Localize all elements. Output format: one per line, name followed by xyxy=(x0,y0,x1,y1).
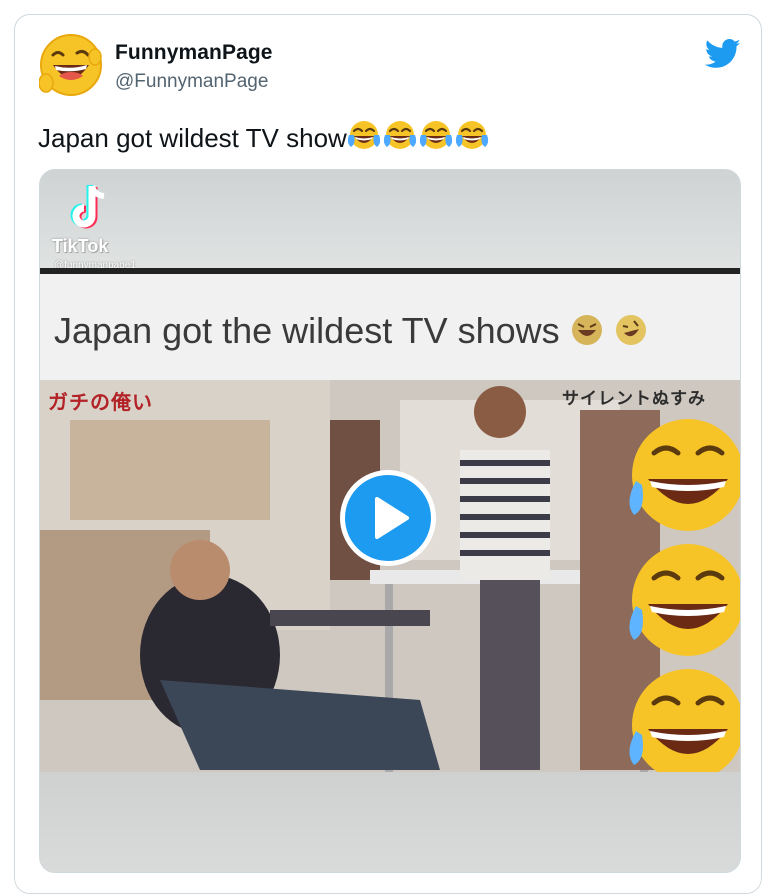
tiktok-label: TikTok xyxy=(52,236,109,256)
author-name[interactable]: FunnymanPage xyxy=(115,41,273,65)
tiktok-icon xyxy=(70,184,110,232)
tears-of-joy-emoji-icon xyxy=(347,119,381,153)
laughing-emoji-avatar-icon xyxy=(39,34,102,96)
tweet-emojis xyxy=(347,121,491,153)
tears-of-joy-emoji-icon xyxy=(455,119,489,153)
play-icon xyxy=(375,497,409,539)
video-caption: Japan got the wildest TV shows xyxy=(54,310,648,352)
video-media[interactable]: TikTok @funnymanpage1 Japan got the wild… xyxy=(39,169,741,873)
avatar[interactable] xyxy=(39,33,103,97)
laughing-emoji-stack-icon xyxy=(629,419,740,772)
jp-overlay-left: ガチの俺い xyxy=(48,392,153,414)
video-frame: ガチの俺い サイレントぬすみ xyxy=(40,380,740,772)
video-caption-band: Japan got the wildest TV shows xyxy=(40,274,740,380)
tiktok-header: TikTok @funnymanpage1 xyxy=(40,170,740,272)
tears-of-joy-emoji-icon xyxy=(419,119,453,153)
rofl-emoji-icon xyxy=(614,313,648,347)
play-button[interactable] xyxy=(340,470,436,566)
tweet-text-content: Japan got wildest TV show xyxy=(38,123,347,153)
tweet-text: Japan got wildest TV show xyxy=(38,119,491,154)
video-bottom-area xyxy=(40,772,740,872)
laughing-emoji-icon xyxy=(570,313,604,347)
twitter-bird-icon[interactable] xyxy=(704,39,741,69)
video-caption-text: Japan got the wildest TV shows xyxy=(54,310,560,351)
tweet-card[interactable]: FunnymanPage @FunnymanPage Japan got wil… xyxy=(14,14,762,894)
author-handle[interactable]: @FunnymanPage xyxy=(115,71,268,93)
tears-of-joy-emoji-icon xyxy=(383,119,417,153)
